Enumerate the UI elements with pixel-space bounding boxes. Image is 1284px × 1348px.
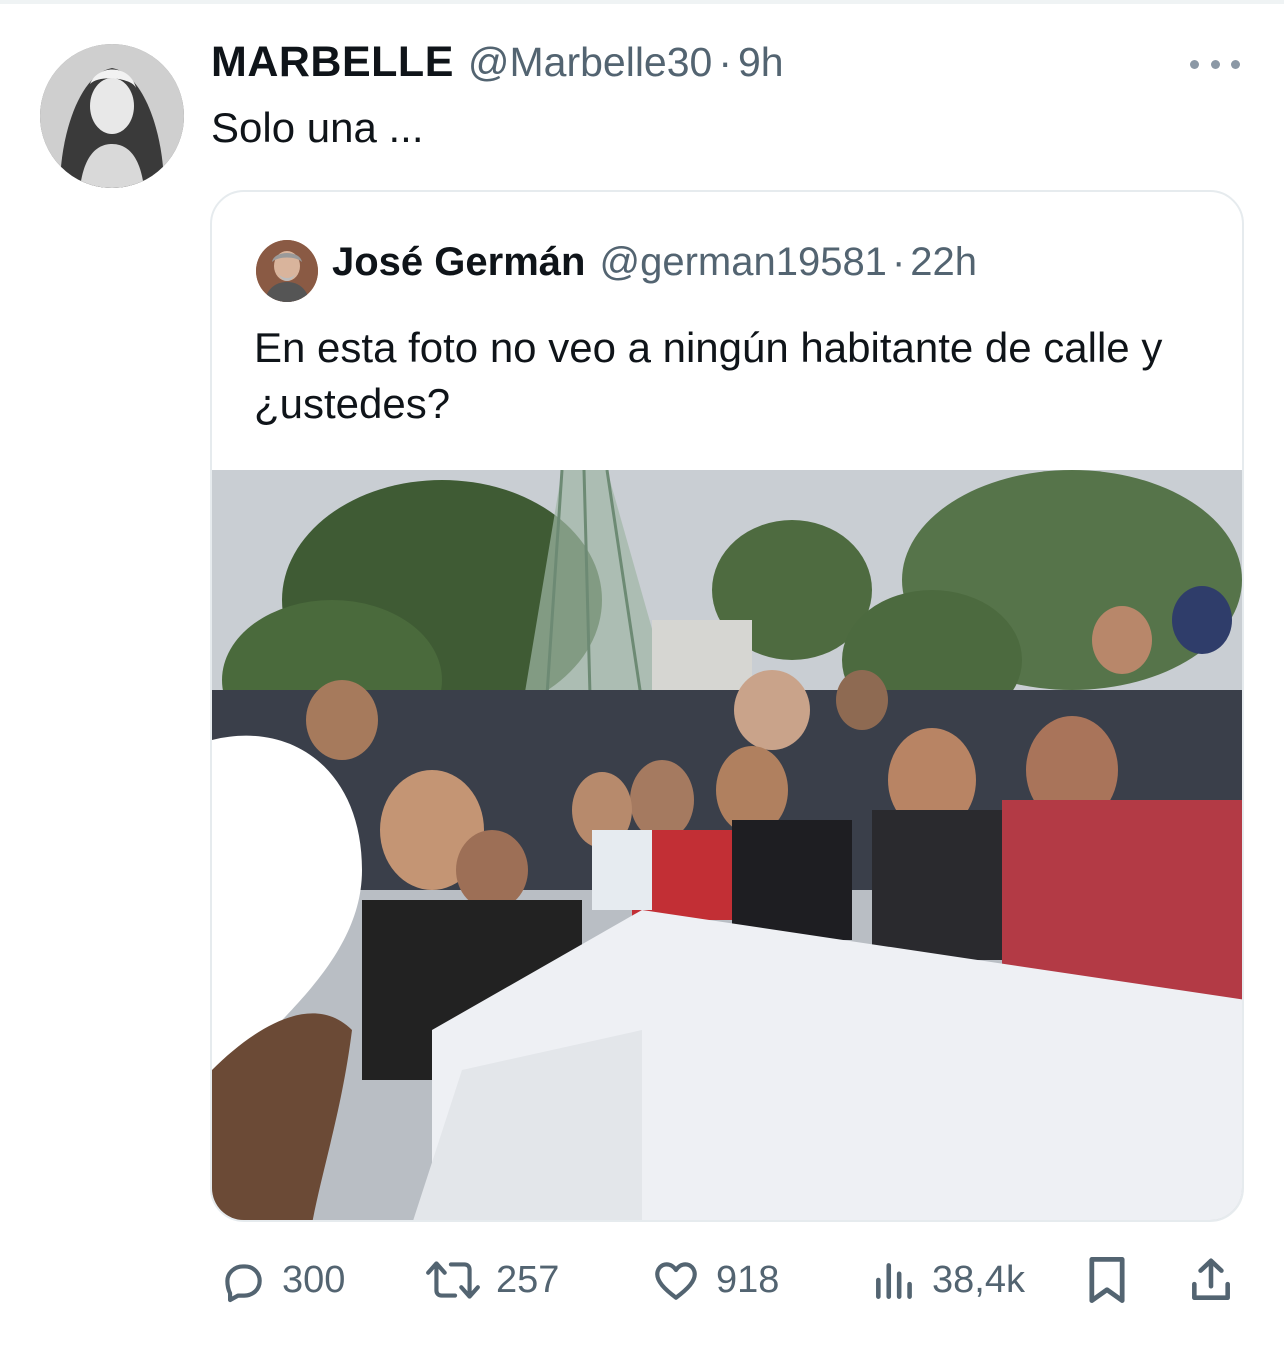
like-button[interactable]: 918 <box>650 1250 779 1310</box>
action-bar: 300 257 918 38,4k <box>210 1250 1244 1310</box>
separator-dot: · <box>718 39 732 85</box>
dot-icon <box>1210 59 1220 69</box>
views-button[interactable]: 38,4k <box>872 1250 1025 1310</box>
bookmark-button[interactable] <box>1084 1250 1130 1310</box>
quoted-author-handle[interactable]: @german19581 <box>599 240 886 285</box>
quoted-author-name[interactable]: José Germán <box>332 240 585 285</box>
avatar-photo-icon <box>40 44 184 188</box>
author-avatar[interactable] <box>40 44 184 188</box>
reply-count: 300 <box>282 1258 346 1301</box>
tweet-text: Solo una ... <box>211 104 424 151</box>
quoted-tweet-time[interactable]: 22h <box>910 240 977 285</box>
tweet-time[interactable]: 9h <box>738 39 784 86</box>
more-options-icon[interactable] <box>1190 52 1240 76</box>
dot-icon <box>1231 59 1240 69</box>
quoted-author-avatar[interactable] <box>256 240 318 302</box>
views-count: 38,4k <box>932 1258 1025 1301</box>
reply-icon <box>225 1264 262 1303</box>
share-icon <box>1192 1258 1230 1300</box>
like-count: 918 <box>716 1258 780 1301</box>
quoted-tweet-photo[interactable] <box>212 470 1242 1220</box>
reply-button[interactable]: 300 <box>218 1250 345 1310</box>
repost-count: 257 <box>496 1258 560 1301</box>
separator-dot: · <box>891 240 906 284</box>
bookmark-icon <box>1089 1257 1125 1303</box>
avatar-photo-icon <box>256 240 318 302</box>
repost-button[interactable]: 257 <box>424 1250 559 1310</box>
tweet-header: MARBELLE @Marbelle30 · 9h <box>211 38 784 94</box>
quoted-tweet-text: En esta foto no veo a ningún habitante d… <box>254 324 1163 427</box>
author-name[interactable]: MARBELLE <box>211 38 454 87</box>
quoted-tweet-header: José Germán @german19581 · 22h <box>332 240 977 300</box>
author-handle[interactable]: @Marbelle30 <box>468 39 712 86</box>
repost-icon <box>426 1261 480 1299</box>
dot-icon <box>1190 59 1199 69</box>
views-chart-icon <box>876 1263 912 1299</box>
heart-icon <box>655 1262 697 1300</box>
quoted-tweet-card[interactable]: José Germán @german19581 · 22h En esta f… <box>210 190 1244 1222</box>
group-photo-image <box>212 470 1242 1220</box>
share-button[interactable] <box>1186 1250 1236 1310</box>
top-divider <box>0 0 1284 4</box>
